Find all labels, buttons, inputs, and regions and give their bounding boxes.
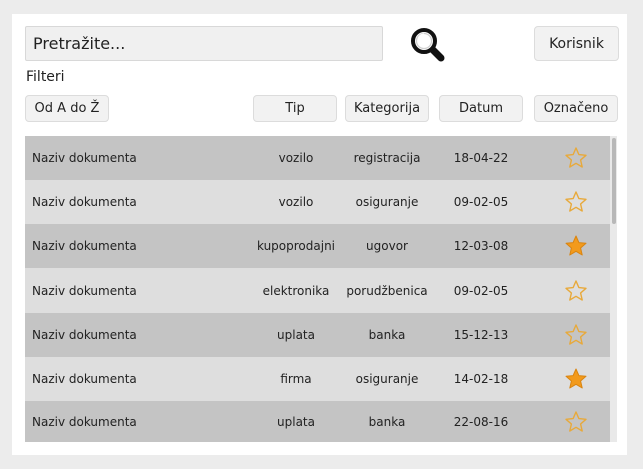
document-tip: elektronika bbox=[262, 283, 330, 298]
table-row[interactable]: Naziv dokumenta kupoprodajni ugovor 12-03-0… bbox=[25, 224, 610, 268]
user-button[interactable]: Korisnik bbox=[534, 26, 619, 61]
document-datum: 09-02-05 bbox=[453, 195, 509, 209]
document-kategorija: banka bbox=[368, 328, 406, 342]
star-filled-icon[interactable] bbox=[564, 234, 588, 258]
table-row[interactable]: Naziv dokumenta vozilo osiguranje 09-02-05 bbox=[25, 180, 610, 224]
document-tip: uplata bbox=[277, 328, 315, 342]
scrollbar[interactable] bbox=[610, 136, 617, 442]
document-kategorija: banka bbox=[368, 414, 406, 429]
search-button[interactable] bbox=[405, 24, 447, 62]
document-kategorija: ugovor bbox=[366, 239, 408, 253]
table-row[interactable]: Naziv dokumenta vozilo registracija 18-04-2… bbox=[25, 136, 610, 180]
scrollbar-thumb[interactable] bbox=[612, 138, 616, 224]
search-input[interactable] bbox=[25, 26, 383, 61]
star-outline-icon[interactable] bbox=[564, 323, 588, 347]
sort-az-button[interactable]: Od A do Ž bbox=[25, 95, 109, 122]
document-name: Naziv dokumenta bbox=[32, 283, 137, 298]
star-outline-icon[interactable] bbox=[564, 146, 588, 170]
table-row[interactable]: Naziv dokumenta uplata banka 15-12-13 bbox=[25, 313, 610, 357]
document-kategorija: porudžbenica bbox=[346, 283, 428, 298]
table-row[interactable]: Naziv dokumenta firma osiguranje 14-02-18 bbox=[25, 357, 610, 401]
document-name: Naziv dokumenta bbox=[32, 372, 137, 386]
document-name: Naziv dokumenta bbox=[32, 414, 137, 429]
star-filled-icon[interactable] bbox=[564, 367, 588, 391]
document-tip: vozilo bbox=[278, 151, 314, 165]
document-table: Naziv dokumenta vozilo registracija 18-04-2… bbox=[25, 136, 617, 442]
document-datum: 18-04-22 bbox=[453, 151, 509, 165]
filter-datum-button[interactable]: Datum bbox=[439, 95, 523, 122]
document-kategorija: osiguranje bbox=[355, 372, 419, 386]
document-name: Naziv dokumenta bbox=[32, 328, 137, 342]
document-datum: 12-03-08 bbox=[453, 239, 509, 253]
document-name: Naziv dokumenta bbox=[32, 195, 137, 209]
magnifier-icon bbox=[411, 28, 445, 62]
table-row[interactable]: Naziv dokumenta uplata banka 22-08-16 bbox=[25, 401, 610, 442]
document-tip: firma bbox=[280, 372, 312, 386]
star-outline-icon[interactable] bbox=[564, 190, 588, 214]
document-name: Naziv dokumenta bbox=[32, 239, 137, 253]
document-datum: 15-12-13 bbox=[453, 328, 509, 342]
filters-label: Filteri bbox=[26, 69, 65, 85]
document-datum: 22-08-16 bbox=[453, 414, 509, 429]
filter-tip-button[interactable]: Tip bbox=[253, 95, 337, 122]
document-datum: 14-02-18 bbox=[453, 372, 509, 386]
document-tip: uplata bbox=[277, 414, 315, 429]
document-kategorija: osiguranje bbox=[355, 195, 419, 209]
filter-oznaceno-button[interactable]: Označeno bbox=[534, 95, 618, 122]
document-name: Naziv dokumenta bbox=[32, 151, 137, 165]
filter-kategorija-button[interactable]: Kategorija bbox=[345, 95, 429, 122]
document-tip: vozilo bbox=[278, 195, 314, 209]
document-tip: kupoprodajni bbox=[256, 239, 336, 253]
document-datum: 09-02-05 bbox=[453, 283, 509, 298]
star-outline-icon[interactable] bbox=[564, 279, 588, 303]
star-outline-icon[interactable] bbox=[564, 410, 588, 434]
document-kategorija: registracija bbox=[353, 151, 421, 165]
table-row[interactable]: Naziv dokumenta elektronika porudžbenica 09… bbox=[25, 268, 610, 313]
